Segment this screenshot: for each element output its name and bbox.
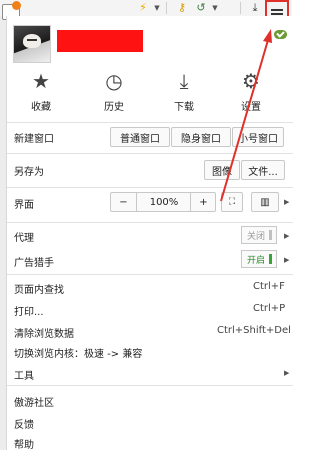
fullscreen-icon[interactable]: ⛶ bbox=[221, 192, 243, 212]
toolbar-divider bbox=[240, 2, 241, 14]
quick-history[interactable]: ◷ 历史 bbox=[84, 70, 144, 120]
find-in-page-item[interactable]: 页面内查找 bbox=[14, 281, 64, 296]
chevron-right-icon[interactable]: ▶ bbox=[284, 232, 289, 240]
alt-account-window-button[interactable]: 小号窗口 bbox=[232, 127, 284, 147]
clock-icon: ◷ bbox=[105, 69, 123, 93]
zoom-level: 100% bbox=[149, 196, 179, 208]
divider bbox=[7, 153, 293, 154]
username-redacted bbox=[57, 30, 143, 52]
chevron-right-icon[interactable]: ▶ bbox=[284, 369, 289, 377]
star-icon: ★ bbox=[32, 69, 50, 93]
dropdown-arrow-icon[interactable]: ▼ bbox=[210, 0, 220, 16]
proxy-label: 代理 bbox=[14, 233, 34, 244]
key-icon[interactable]: ⚷ bbox=[174, 0, 190, 16]
divider bbox=[7, 122, 293, 123]
quick-label: 收藏 bbox=[31, 102, 51, 113]
feedback-item[interactable]: 反馈 bbox=[14, 416, 34, 431]
chevron-right-icon[interactable]: ▶ bbox=[284, 198, 289, 206]
private-window-button[interactable]: 隐身窗口 bbox=[171, 127, 231, 147]
save-image-button[interactable]: 图像 bbox=[204, 160, 240, 180]
layout-icon[interactable]: ▥ bbox=[251, 192, 279, 212]
quick-downloads[interactable]: ⤓ 下载 bbox=[154, 70, 214, 120]
print-shortcut: Ctrl+P bbox=[253, 303, 286, 314]
zoom-in-button[interactable]: + bbox=[190, 192, 216, 212]
help-item[interactable]: 帮助 bbox=[14, 436, 34, 450]
divider bbox=[7, 222, 293, 223]
download-icon: ⤓ bbox=[179, 69, 189, 93]
normal-window-button[interactable]: 普通窗口 bbox=[110, 127, 170, 147]
quick-label: 下载 bbox=[174, 102, 194, 113]
browser-toolbar: ⚡ ▼ ⚷ ↺ ▼ ⤓ bbox=[0, 0, 292, 16]
toolbar-divider bbox=[166, 2, 167, 14]
main-menu-panel: ★ 收藏 ◷ 历史 ⤓ 下载 ⚙ 设置 新建窗口 普通窗口 隐身窗口 小号窗口 … bbox=[6, 16, 293, 450]
save-as-label: 另存为 bbox=[14, 167, 44, 178]
lightning-icon[interactable]: ⚡ bbox=[136, 0, 150, 16]
divider bbox=[7, 274, 293, 275]
quick-label: 设置 bbox=[241, 102, 261, 113]
divider bbox=[7, 187, 293, 188]
adblock-label: 广告猎手 bbox=[14, 258, 54, 269]
switch-engine-item[interactable]: 切换浏览内核：极速 -> 兼容 bbox=[14, 345, 142, 360]
avatar[interactable] bbox=[13, 25, 51, 63]
clear-data-shortcut: Ctrl+Shift+Del bbox=[217, 325, 291, 336]
interface-label: 界面 bbox=[14, 200, 34, 211]
quick-favorites[interactable]: ★ 收藏 bbox=[11, 70, 71, 120]
save-file-button[interactable]: 文件... bbox=[241, 160, 285, 180]
community-item[interactable]: 傲游社区 bbox=[14, 394, 54, 409]
adblock-toggle[interactable]: 开启 bbox=[241, 250, 277, 268]
zoom-out-button[interactable]: − bbox=[111, 192, 137, 212]
quick-settings[interactable]: ⚙ 设置 bbox=[221, 70, 281, 120]
print-item[interactable]: 打印... bbox=[14, 303, 44, 318]
tools-item[interactable]: 工具 bbox=[14, 367, 34, 382]
quick-label: 历史 bbox=[104, 102, 124, 113]
cloud-sync-icon[interactable] bbox=[274, 30, 287, 39]
find-shortcut: Ctrl+F bbox=[253, 281, 285, 292]
chevron-right-icon[interactable]: ▶ bbox=[284, 256, 289, 264]
clear-data-item[interactable]: 清除浏览数据 bbox=[14, 325, 74, 340]
download-icon[interactable]: ⤓ bbox=[248, 0, 262, 16]
proxy-toggle[interactable]: 关闭 bbox=[241, 226, 277, 244]
gear-icon: ⚙ bbox=[242, 69, 260, 93]
divider bbox=[7, 385, 293, 386]
new-window-label: 新建窗口 bbox=[14, 134, 54, 145]
undo-icon[interactable]: ↺ bbox=[194, 0, 208, 16]
dropdown-arrow-icon[interactable]: ▼ bbox=[152, 0, 162, 16]
